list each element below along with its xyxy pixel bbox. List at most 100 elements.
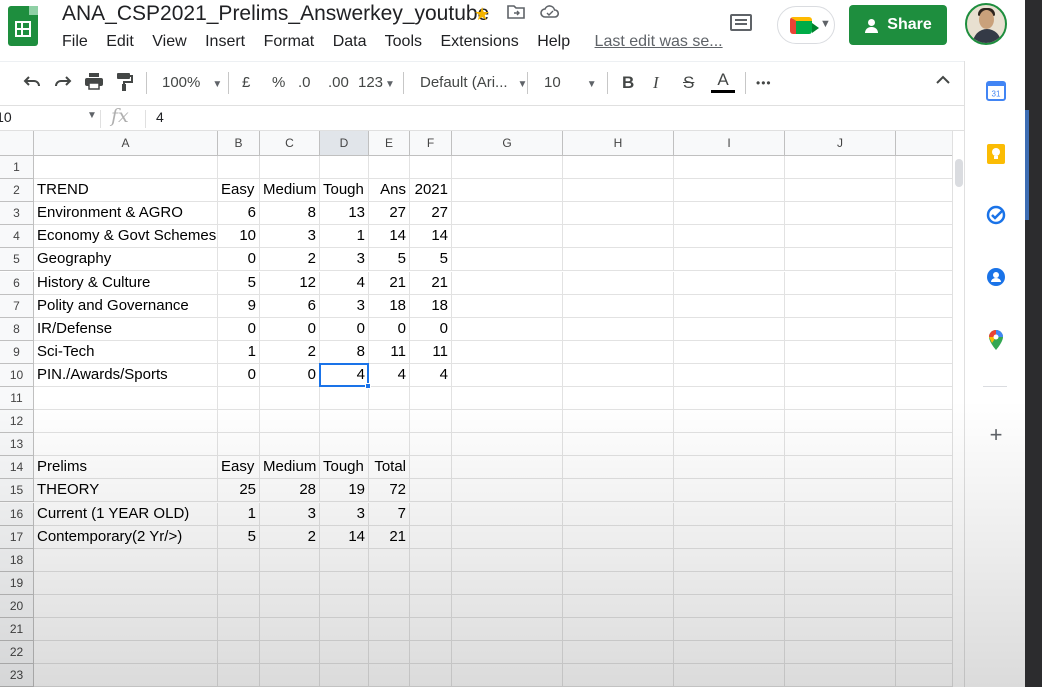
zoom-select[interactable]: 100% ▼ <box>162 74 222 91</box>
cell-b8[interactable]: 0 <box>218 317 260 341</box>
row-header-19[interactable]: 19 <box>0 571 34 595</box>
cell[interactable] <box>896 179 952 203</box>
cell[interactable] <box>218 410 260 434</box>
cell-a17[interactable]: Contemporary(2 Yr/>) <box>34 525 218 549</box>
cell[interactable] <box>410 571 452 595</box>
menu-format[interactable]: Format <box>264 33 315 50</box>
cell[interactable] <box>260 433 320 457</box>
cell[interactable] <box>785 410 896 434</box>
cell[interactable] <box>369 387 410 411</box>
row-header-5[interactable]: 5 <box>0 248 34 272</box>
cell[interactable] <box>563 433 674 457</box>
cell[interactable] <box>34 618 218 642</box>
cell[interactable] <box>785 387 896 411</box>
cell[interactable] <box>896 456 952 480</box>
cell[interactable] <box>896 364 952 387</box>
cell[interactable] <box>452 502 563 526</box>
cloud-saved-icon[interactable] <box>540 4 560 25</box>
cell[interactable] <box>369 548 410 572</box>
cell[interactable] <box>674 456 785 480</box>
cell-d5[interactable]: 3 <box>320 248 369 272</box>
cell-c2[interactable]: Medium <box>260 179 320 203</box>
cell-f4[interactable]: 14 <box>410 225 452 249</box>
cell-d17[interactable]: 14 <box>320 525 369 549</box>
cell[interactable] <box>452 248 563 272</box>
cell[interactable] <box>452 525 563 549</box>
cell[interactable] <box>785 525 896 549</box>
cell[interactable] <box>34 548 218 572</box>
cell[interactable] <box>896 202 952 226</box>
cell[interactable] <box>563 317 674 341</box>
column-header-h[interactable]: H <box>563 131 674 156</box>
cell[interactable] <box>410 548 452 572</box>
cell[interactable] <box>896 503 952 526</box>
cell[interactable] <box>410 156 452 180</box>
cell[interactable] <box>785 664 896 687</box>
collapse-menus-icon[interactable] <box>935 72 951 89</box>
cell-e5[interactable]: 5 <box>369 248 410 272</box>
cell-c9[interactable]: 2 <box>260 340 320 364</box>
cell[interactable] <box>896 618 952 642</box>
cell[interactable] <box>896 410 952 434</box>
cell[interactable] <box>896 156 952 180</box>
menu-edit[interactable]: Edit <box>106 33 134 50</box>
cell[interactable] <box>34 594 218 618</box>
cell-c8[interactable]: 0 <box>260 317 320 341</box>
cell-b7[interactable]: 9 <box>218 294 260 318</box>
cell[interactable] <box>896 295 952 318</box>
cell[interactable] <box>563 479 674 503</box>
percent-format-button[interactable]: % <box>272 74 285 91</box>
row-header-18[interactable]: 18 <box>0 548 34 572</box>
cell[interactable] <box>452 363 563 387</box>
cell[interactable] <box>563 594 674 618</box>
cell[interactable] <box>34 433 218 457</box>
cell[interactable] <box>563 456 674 480</box>
cell[interactable] <box>260 548 320 572</box>
decrease-decimal-button[interactable]: .0 <box>298 74 311 91</box>
cell[interactable] <box>260 618 320 642</box>
cell-d14[interactable]: Tough <box>320 456 369 480</box>
cell[interactable] <box>674 594 785 618</box>
cell[interactable] <box>410 479 452 503</box>
cell[interactable] <box>260 664 320 687</box>
cell-c17[interactable]: 2 <box>260 525 320 549</box>
cell-f5[interactable]: 5 <box>410 248 452 272</box>
cell[interactable] <box>218 664 260 687</box>
cell[interactable] <box>260 387 320 411</box>
cell[interactable] <box>369 433 410 457</box>
column-header-k[interactable] <box>896 131 952 156</box>
cell-c16[interactable]: 3 <box>260 502 320 526</box>
row-header-15[interactable]: 15 <box>0 479 34 503</box>
comment-history-icon[interactable] <box>730 14 752 31</box>
cell-c7[interactable]: 6 <box>260 294 320 318</box>
cell[interactable] <box>410 618 452 642</box>
add-icon[interactable]: + <box>986 424 1006 446</box>
cell[interactable] <box>369 641 410 665</box>
menu-view[interactable]: View <box>152 33 186 50</box>
cell-a6[interactable]: History & Culture <box>34 271 218 295</box>
cell-f8[interactable]: 0 <box>410 317 452 341</box>
cell[interactable] <box>34 664 218 687</box>
cell[interactable] <box>674 502 785 526</box>
cell[interactable] <box>896 433 952 457</box>
cell[interactable] <box>674 225 785 249</box>
cell[interactable] <box>320 594 369 618</box>
row-header-1[interactable]: 1 <box>0 156 34 180</box>
cell[interactable] <box>785 340 896 364</box>
cell[interactable] <box>563 548 674 572</box>
cell[interactable] <box>410 594 452 618</box>
cell[interactable] <box>563 202 674 226</box>
cell[interactable] <box>260 641 320 665</box>
row-header-23[interactable]: 23 <box>0 664 34 687</box>
cell-b14[interactable]: Easy <box>218 456 260 480</box>
cell[interactable] <box>410 664 452 687</box>
cell[interactable] <box>452 387 563 411</box>
cell[interactable] <box>218 387 260 411</box>
contacts-icon[interactable] <box>986 267 1006 287</box>
star-icon[interactable]: ★ <box>474 4 490 25</box>
menu-file[interactable]: File <box>62 33 88 50</box>
cell[interactable] <box>674 363 785 387</box>
row-header-2[interactable]: 2 <box>0 179 34 203</box>
cell[interactable] <box>896 595 952 618</box>
cell[interactable] <box>452 433 563 457</box>
